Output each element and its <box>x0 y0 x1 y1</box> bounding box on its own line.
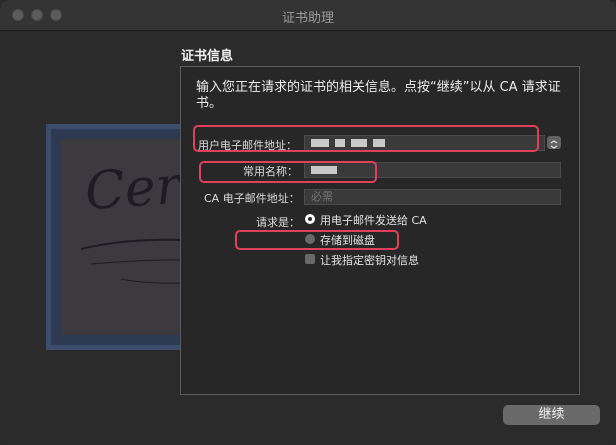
ca-email-field[interactable] <box>304 189 561 205</box>
request-label: 请求是： <box>256 216 300 229</box>
intro-text: 输入您正在请求的证书的相关信息。点按“继续”以从 CA 请求证书。 <box>196 80 561 111</box>
option-email-ca-label[interactable]: 用电子邮件发送给 CA <box>320 212 427 228</box>
option-specify-key-label[interactable]: 让我指定密钥对信息 <box>320 252 419 268</box>
ca-email-label: CA 电子邮件地址： <box>204 192 300 205</box>
pane-heading: 证书信息 <box>181 49 234 64</box>
save-disk-highlight <box>235 230 399 250</box>
radio-email-ca[interactable] <box>305 214 315 224</box>
specify-key-checkbox[interactable] <box>305 254 315 264</box>
chevron-updown-icon[interactable] <box>547 136 561 149</box>
common-name-highlight <box>199 161 377 183</box>
window-title: 证书助理 <box>281 11 334 26</box>
email-highlight <box>193 125 539 152</box>
certificate-assistant-window: 证书助理 Certif 证书信息 输入您正在请求的证书的相关信息。点按“继续”以… <box>0 0 616 445</box>
titlebar: 证书助理 <box>0 0 616 31</box>
continue-button[interactable]: 继续 <box>503 405 600 425</box>
